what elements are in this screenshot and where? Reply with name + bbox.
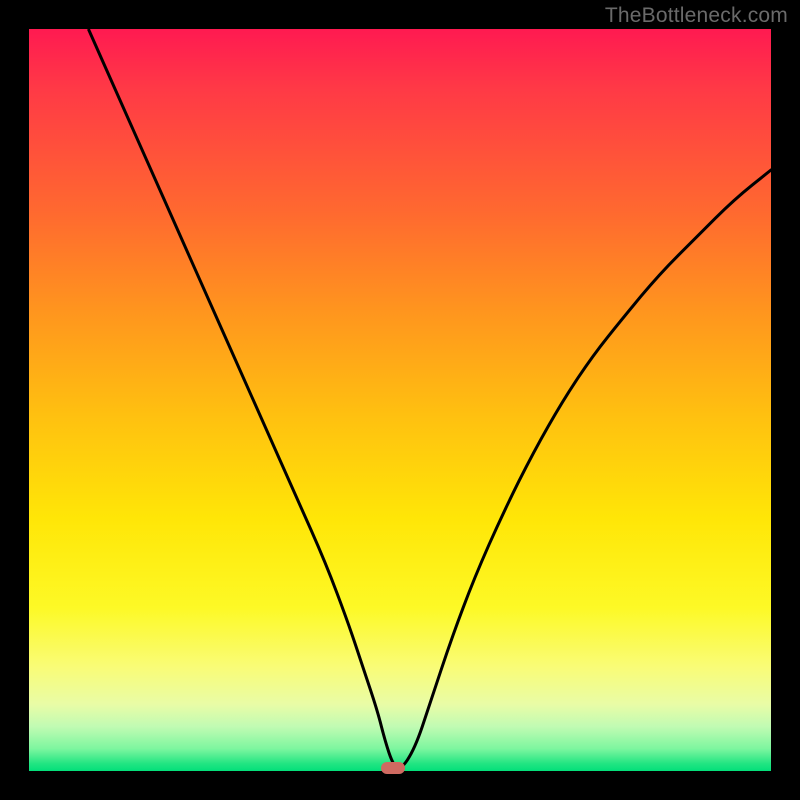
curve-path	[88, 29, 771, 768]
watermark-text: TheBottleneck.com	[605, 4, 788, 28]
plot-area	[29, 29, 771, 771]
optimum-marker	[381, 762, 405, 774]
bottleneck-curve	[29, 29, 771, 771]
chart-frame: TheBottleneck.com	[0, 0, 800, 800]
